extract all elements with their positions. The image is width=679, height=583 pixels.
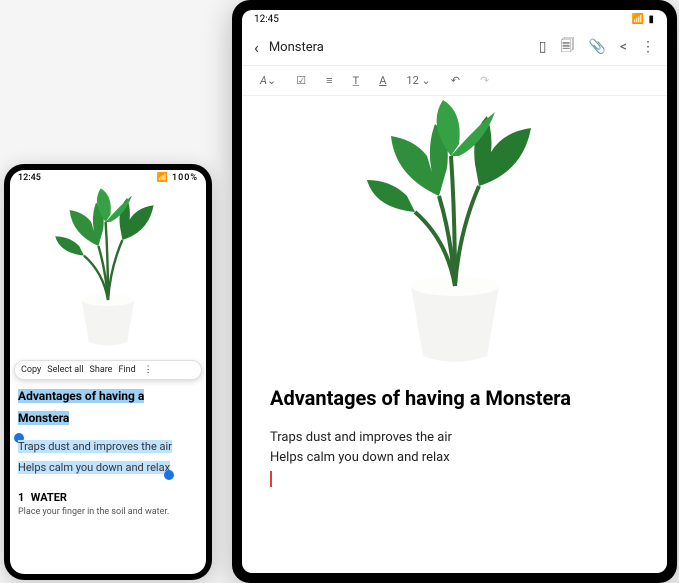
- phone-plant-image: [10, 186, 206, 360]
- section-number: 1: [18, 491, 24, 504]
- tablet-body-line-1[interactable]: Traps dust and improves the air: [270, 428, 639, 448]
- note-title[interactable]: Monstera: [269, 40, 529, 55]
- share-icon[interactable]: <: [620, 39, 627, 55]
- back-icon[interactable]: ‹: [254, 38, 259, 57]
- phone-status-icons: 📶 100%: [157, 173, 198, 183]
- undo-icon[interactable]: ↶: [451, 74, 460, 87]
- phone-note-heading[interactable]: Advantages of having a Monstera: [18, 389, 144, 425]
- tablet-note-heading[interactable]: Advantages of having a Monstera: [270, 386, 639, 410]
- tablet-status-icons: 📶 ▮: [632, 14, 655, 25]
- context-select-all[interactable]: Select all: [47, 365, 83, 375]
- tablet-body-line-2[interactable]: Helps calm you down and relax: [270, 448, 639, 468]
- phone-selected-line-1[interactable]: Traps dust and improves the air: [18, 440, 172, 453]
- save-icon[interactable]: 🗐: [560, 35, 574, 59]
- tablet-status-bar: 12:45 📶 ▮: [242, 10, 667, 29]
- section-title: WATER: [31, 491, 67, 504]
- tablet-format-toolbar: A⌄ ☑ ≡ T̲ A 12 ⌄ ↶ ↷: [242, 66, 667, 96]
- tablet-title-bar: ‹ Monstera ▯ 🗐 📎 < ⋮: [242, 29, 667, 66]
- phone-device: 12:45 📶 100% Copy Select all Share Find …: [4, 164, 212, 580]
- phone-note-body: Advantages of having a Monstera Traps du…: [10, 386, 206, 574]
- text-context-menu: Copy Select all Share Find ⋮: [14, 360, 202, 380]
- context-copy[interactable]: Copy: [21, 365, 41, 375]
- context-share[interactable]: Share: [90, 365, 113, 375]
- reading-mode-icon[interactable]: ▯: [539, 39, 547, 55]
- tablet-plant-image[interactable]: [242, 96, 667, 386]
- redo-icon[interactable]: ↷: [480, 74, 489, 87]
- text-style-icon[interactable]: T̲: [352, 74, 359, 87]
- tablet-actions: ▯ 🗐 📎 < ⋮: [539, 35, 655, 59]
- attach-icon[interactable]: 📎: [588, 39, 605, 55]
- context-more-icon[interactable]: ⋮: [142, 366, 155, 375]
- phone-clock: 12:45: [18, 173, 41, 183]
- context-find[interactable]: Find: [118, 365, 135, 375]
- font-style-icon[interactable]: A⌄: [260, 74, 276, 87]
- phone-status-bar: 12:45 📶 100%: [10, 170, 206, 186]
- font-size-control[interactable]: 12 ⌄: [406, 74, 430, 87]
- selection-end-handle[interactable]: [164, 470, 174, 480]
- more-icon[interactable]: ⋮: [641, 39, 655, 55]
- section-body: Place your finger in the soil and water.: [18, 507, 198, 517]
- text-color-icon[interactable]: A: [379, 74, 386, 87]
- tablet-device: 12:45 📶 ▮ ‹ Monstera ▯ 🗐 📎 < ⋮ A⌄ ☑ ≡ T̲…: [232, 0, 677, 583]
- align-icon[interactable]: ≡: [326, 74, 332, 87]
- phone-screen: 12:45 📶 100% Copy Select all Share Find …: [10, 170, 206, 574]
- tablet-clock: 12:45: [254, 14, 279, 25]
- checklist-icon[interactable]: ☑: [296, 74, 306, 87]
- text-cursor: [270, 471, 272, 487]
- phone-selected-line-2[interactable]: Helps calm you down and relax: [18, 461, 170, 474]
- tablet-screen: 12:45 📶 ▮ ‹ Monstera ▯ 🗐 📎 < ⋮ A⌄ ☑ ≡ T̲…: [242, 10, 667, 573]
- phone-section-water: 1 WATER Place your finger in the soil an…: [18, 491, 198, 517]
- tablet-note-body[interactable]: Advantages of having a Monstera Traps du…: [242, 386, 667, 487]
